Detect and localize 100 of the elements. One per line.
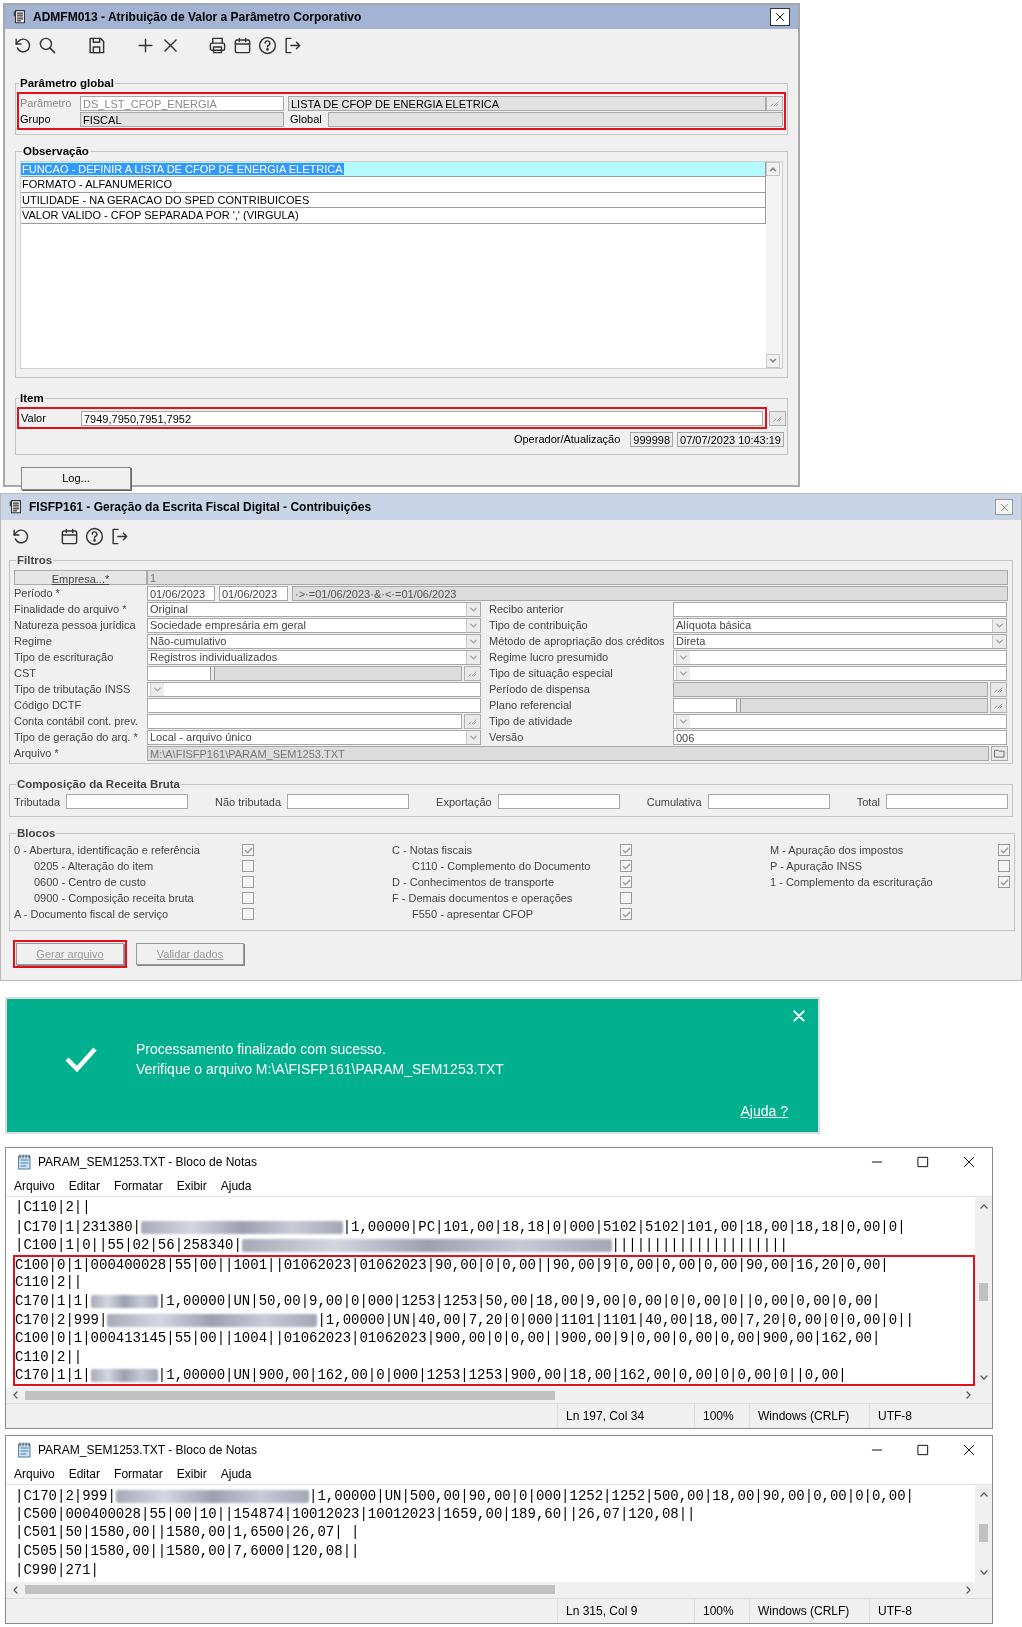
dropdown[interactable]: Registros individualizados [147,649,481,665]
menu-item[interactable]: Formatar [114,1177,163,1195]
menu-item[interactable]: Editar [68,1177,101,1195]
exit-icon[interactable] [283,35,302,55]
scrollbar[interactable] [766,161,782,368]
dropdown[interactable]: Original [147,601,481,617]
scrollbar[interactable] [975,1485,992,1582]
text-field[interactable] [707,794,830,810]
checkbox[interactable] [242,908,254,921]
menu-item[interactable]: Ajuda [220,1177,252,1195]
undo-icon[interactable] [13,35,32,55]
scrollbar[interactable] [6,1581,992,1598]
dropdown[interactable]: Não-cumulativo [147,633,481,649]
text-field[interactable] [147,697,481,713]
checkbox[interactable] [242,844,254,857]
exit-icon[interactable] [110,526,129,546]
scrollbar[interactable] [6,1387,992,1403]
checkbox[interactable] [242,892,254,905]
checkbox[interactable] [998,844,1010,857]
checkbox[interactable] [620,876,632,889]
scroll-thumb[interactable] [25,1390,555,1400]
scroll-thumb[interactable] [979,1524,988,1543]
menu-item[interactable]: Exibir [176,1177,207,1195]
checkbox[interactable] [620,892,632,905]
menu-item[interactable]: Arquivo [14,1465,55,1483]
menu-item[interactable]: Formatar [114,1465,163,1483]
dropdown[interactable] [147,681,481,697]
scroll-thumb[interactable] [25,1585,555,1594]
splitter-handle[interactable] [736,698,741,712]
dropdown[interactable]: Local - arquivo único [147,729,481,745]
menu-item[interactable]: Exibir [176,1465,207,1483]
range-field[interactable] [673,697,988,713]
checkbox[interactable] [998,860,1010,873]
print-icon[interactable] [208,35,227,55]
log-button[interactable]: Log... [21,466,131,490]
text-field[interactable] [886,794,1008,810]
scroll-thumb[interactable] [979,1283,988,1301]
splitter-handle[interactable] [210,666,215,680]
checkbox[interactable] [620,860,632,873]
checkbox[interactable] [242,876,254,889]
date-field[interactable]: 01/06/2023 [219,585,288,601]
checkbox[interactable] [620,844,632,857]
field-label: Regime [14,634,53,649]
save-icon[interactable] [87,35,106,55]
line-text: C170|1|1| [15,1292,91,1312]
document-icon [13,9,27,25]
lookup-button[interactable] [464,665,481,681]
menu-item[interactable]: Editar [68,1465,101,1483]
text-field[interactable]: 006 [673,729,1007,745]
checkbox[interactable] [242,860,254,873]
line-text: |1,00000|UN|500,00|90,00|0|000|1252|1252|500,00|18,00|90,00|0,00|0|0,00| [309,1487,914,1506]
list-item[interactable]: VALOR VALIDO - CFOP SEPARADA POR ',' (VIRGULA) [21,208,766,224]
text-field[interactable] [287,794,410,810]
field-label: Parâmetro [20,96,73,111]
text-field[interactable] [66,794,189,810]
text-field[interactable]: 7949,7950,7951,7952 [81,410,763,426]
dropdown[interactable] [673,649,1007,665]
list-item[interactable]: FORMATO - ALFANUMERICO [21,177,766,193]
dropdown[interactable]: Alíquota básica [673,617,1007,633]
close-icon[interactable] [792,1009,806,1023]
checkbox-label: F550 - apresentar CFOP [411,907,534,922]
lookup-button[interactable] [766,95,783,111]
date-field[interactable]: 01/06/2023 [147,585,215,601]
add-icon[interactable] [136,35,155,55]
dropdown[interactable] [673,713,1007,729]
text-field[interactable] [497,794,620,810]
dots-icon [770,99,779,107]
text-field[interactable]: FISCAL [80,111,284,127]
lookup-button[interactable] [464,713,481,729]
undo-icon[interactable] [11,526,30,546]
dropdown[interactable]: Direta [673,633,1007,649]
calendar-icon[interactable] [233,35,252,55]
text-field[interactable] [328,111,783,127]
group-title: Blocos [16,826,57,841]
checkbox-label: F - Demais documentos e operações [392,891,573,906]
dropdown[interactable] [673,665,1007,681]
menu-item[interactable]: Ajuda [220,1465,252,1483]
checkbox[interactable] [998,876,1010,889]
text-field[interactable] [147,713,462,729]
help-icon[interactable] [258,35,277,55]
lookup-button[interactable] [990,681,1007,697]
browse-button[interactable] [991,745,1008,761]
range-field[interactable] [147,665,462,681]
checkbox[interactable] [620,908,632,921]
text-line: |C990|271| [14,1561,100,1580]
dots-icon [468,669,477,677]
menu-item[interactable]: Arquivo [14,1177,55,1195]
help-icon[interactable] [85,526,104,546]
scrollbar[interactable] [975,1197,992,1387]
dropdown[interactable]: Sociedade empresária em geral [147,617,481,633]
blurred-text [90,1295,158,1309]
calendar-icon[interactable] [60,526,79,546]
close-button[interactable] [770,8,790,26]
search-icon[interactable] [38,35,57,55]
field-label: Cumulativa [646,794,702,810]
field-label: Tributada [14,794,61,810]
field-label: Período de dispensa [489,682,591,697]
lookup-button[interactable] [990,697,1007,713]
text-field[interactable] [673,681,988,697]
lookup-button[interactable] [769,410,786,426]
